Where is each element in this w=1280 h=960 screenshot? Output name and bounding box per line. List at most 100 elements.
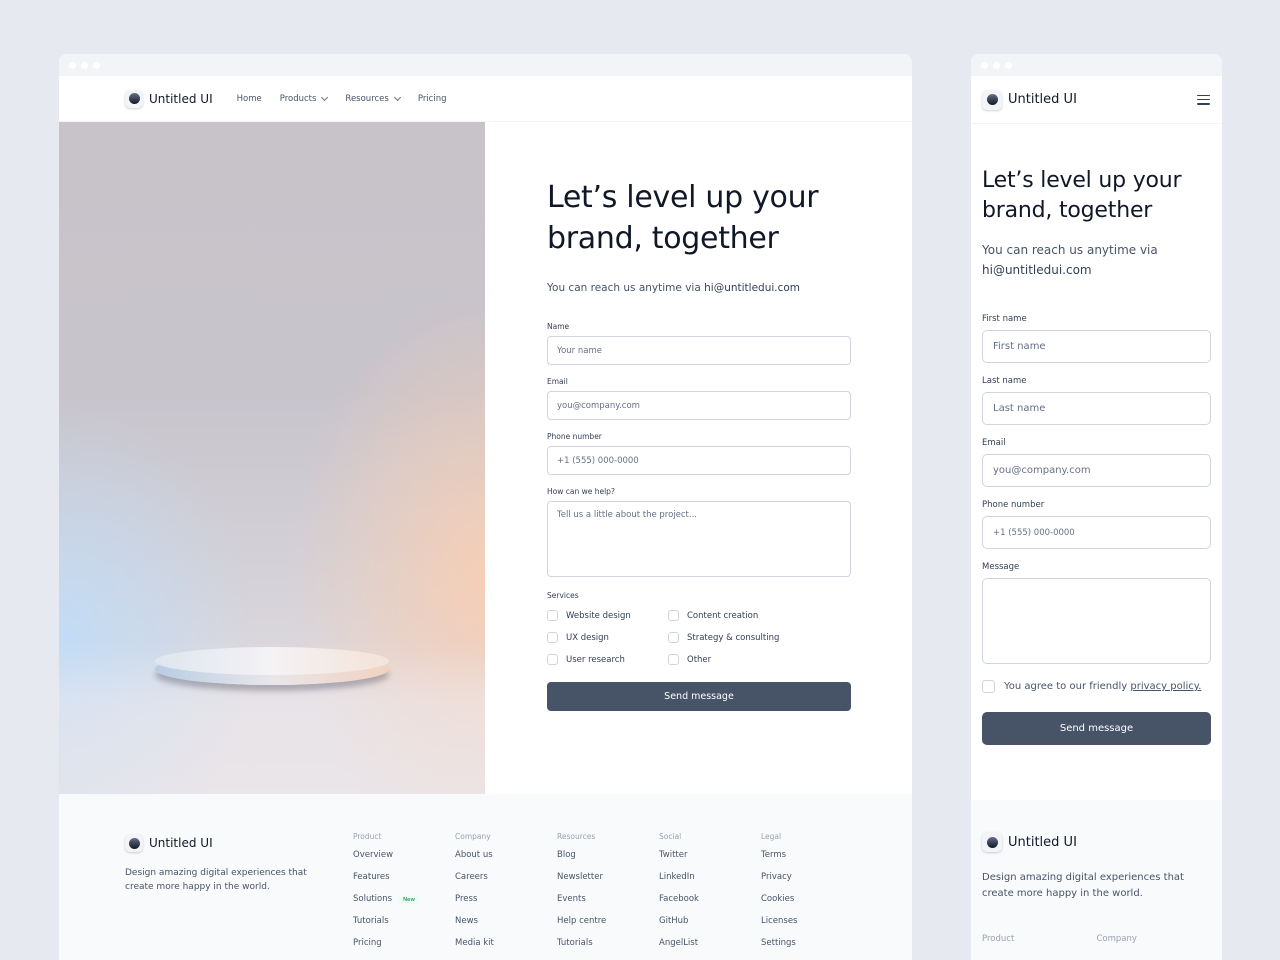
nav-home[interactable]: Home (237, 94, 262, 104)
footer-link[interactable]: Features (353, 872, 455, 894)
footer-link[interactable]: GitHub (659, 916, 761, 938)
footer-col-title: Product (982, 934, 1015, 944)
footer-link[interactable]: Twitter (659, 850, 761, 872)
phone-input[interactable]: +1 (555) 000-0000 (982, 516, 1211, 549)
footer-col-title: Resources (557, 832, 596, 841)
checkbox[interactable] (982, 680, 995, 693)
logo-icon (982, 832, 1002, 852)
footer-description: Design amazing digital experiences that … (982, 872, 1184, 899)
agree-text: You agree to our friendly privacy policy… (1004, 681, 1202, 692)
checkbox[interactable] (547, 610, 558, 621)
privacy-agreement[interactable]: You agree to our friendly privacy policy… (982, 680, 1211, 693)
footer-link[interactable]: Cookies (761, 894, 863, 916)
checkbox[interactable] (547, 654, 558, 665)
page-subtitle: You can reach us anytime via hi@untitledu… (982, 243, 1158, 277)
mobile-window: Untitled UI Let’s level up your brand, t… (971, 54, 1222, 960)
footer-link[interactable]: Tutorials (353, 916, 455, 938)
footer-col-title: Company (1096, 934, 1137, 944)
footer-link[interactable]: Media kit (455, 938, 557, 960)
hamburger-menu-icon[interactable] (1197, 94, 1210, 105)
footer-link[interactable]: Facebook (659, 894, 761, 916)
footer-col-titles: Product Company (982, 934, 1211, 944)
footer-link[interactable]: Solutions New (353, 894, 455, 916)
last-name-input[interactable]: Last name (982, 392, 1211, 425)
footer-description: Design amazing digital experiences that … (125, 868, 307, 892)
email-input[interactable]: you@company.com (982, 454, 1211, 487)
footer-link[interactable]: Tutorials (557, 938, 659, 960)
nav-label: Products (279, 93, 317, 104)
phone-input[interactable]: +1 (555) 000-0000 (547, 446, 851, 475)
desktop-window: Untitled UI Home Products Resources Pric… (59, 54, 912, 960)
nav-pricing[interactable]: Pricing (418, 94, 447, 104)
footer-col-title: Product (353, 832, 382, 841)
nav-label: Pricing (417, 93, 447, 104)
send-message-button[interactable]: Send message (982, 712, 1211, 745)
checkbox[interactable] (668, 632, 679, 643)
brand-logo[interactable]: Untitled UI (982, 89, 1077, 110)
page-subtitle: You can reach us anytime via hi@untitled… (547, 282, 801, 294)
window-titlebar (971, 54, 1222, 76)
mobile-header: Untitled UI (971, 76, 1222, 124)
footer-link[interactable]: Terms (761, 850, 863, 872)
chevron-down-icon (321, 93, 329, 101)
footer-link[interactable]: Privacy (761, 872, 863, 894)
footer-col-title: Legal (761, 832, 782, 841)
service-option[interactable]: UX design (547, 632, 668, 643)
contact-section: Let’s level up your brand, together You … (59, 122, 912, 794)
contact-email-link[interactable]: hi@untitledui.com (982, 263, 1092, 277)
footer-link[interactable]: AngelList (659, 938, 761, 960)
footer-link[interactable]: Newsletter (557, 872, 659, 894)
contact-email-link[interactable]: hi@untitledui.com (704, 282, 800, 294)
logo-icon (125, 834, 143, 852)
footer-logo[interactable]: Untitled UI (982, 832, 1211, 852)
services-options: Website design Content creation UX desig… (547, 610, 912, 665)
footer-link[interactable]: Careers (455, 872, 557, 894)
footer-link[interactable]: LinkedIn (659, 872, 761, 894)
footer-link[interactable]: Overview (353, 850, 455, 872)
mobile-footer: Untitled UI Design amazing digital exper… (971, 800, 1222, 960)
footer-link[interactable]: Blog (557, 850, 659, 872)
first-name-input[interactable]: First name (982, 330, 1211, 363)
footer-link[interactable]: Pricing (353, 938, 455, 960)
service-option[interactable]: Content creation (668, 610, 818, 621)
window-dot (93, 61, 100, 69)
footer-col-resources: Resources Blog Newsletter Events Help ce… (557, 832, 659, 960)
help-textarea[interactable]: Tell us a little about the project... (547, 501, 851, 577)
service-option[interactable]: Other (668, 654, 818, 665)
nav-resources[interactable]: Resources (345, 93, 401, 104)
message-textarea[interactable] (982, 578, 1211, 664)
new-badge: New (398, 896, 421, 904)
window-dot (69, 61, 76, 69)
checkbox[interactable] (668, 610, 679, 621)
footer-col-social: Social Twitter LinkedIn Facebook GitHub … (659, 832, 761, 960)
services-label: Services (547, 591, 579, 600)
nav-products[interactable]: Products (279, 93, 329, 104)
footer-link[interactable]: News (455, 916, 557, 938)
footer-link[interactable]: Licenses (761, 916, 863, 938)
service-option[interactable]: Website design (547, 610, 668, 621)
footer-link[interactable]: Help centre (557, 916, 659, 938)
checkbox[interactable] (547, 632, 558, 643)
email-input[interactable]: you@company.com (547, 391, 851, 420)
footer-col-title: Company (455, 832, 491, 841)
service-option[interactable]: User research (547, 654, 668, 665)
footer-brand: Untitled UI Design amazing digital exper… (125, 834, 310, 894)
message-label: Message (982, 562, 1020, 572)
footer-link[interactable]: Press (455, 894, 557, 916)
service-option[interactable]: Strategy & consulting (668, 632, 818, 643)
brand-logo[interactable]: Untitled UI (125, 89, 213, 108)
footer-col-legal: Legal Terms Privacy Cookies Licenses Set… (761, 832, 863, 960)
footer-link[interactable]: Settings (761, 938, 863, 960)
footer-link[interactable]: About us (455, 850, 557, 872)
logo-icon (125, 89, 143, 108)
privacy-policy-link[interactable]: privacy policy. (1130, 681, 1201, 692)
footer-link[interactable]: Events (557, 894, 659, 916)
footer-col-product: Product Overview Features Solutions New T… (353, 832, 455, 960)
name-label: Name (547, 322, 570, 331)
send-message-button[interactable]: Send message (547, 682, 851, 711)
checkbox[interactable] (668, 654, 679, 665)
contact-form: Let’s level up your brand, together You … (485, 122, 912, 794)
name-input[interactable]: Your name (547, 336, 851, 365)
footer-logo[interactable]: Untitled UI (125, 834, 310, 852)
page-title: Let’s level up your brand, together (982, 168, 1182, 223)
